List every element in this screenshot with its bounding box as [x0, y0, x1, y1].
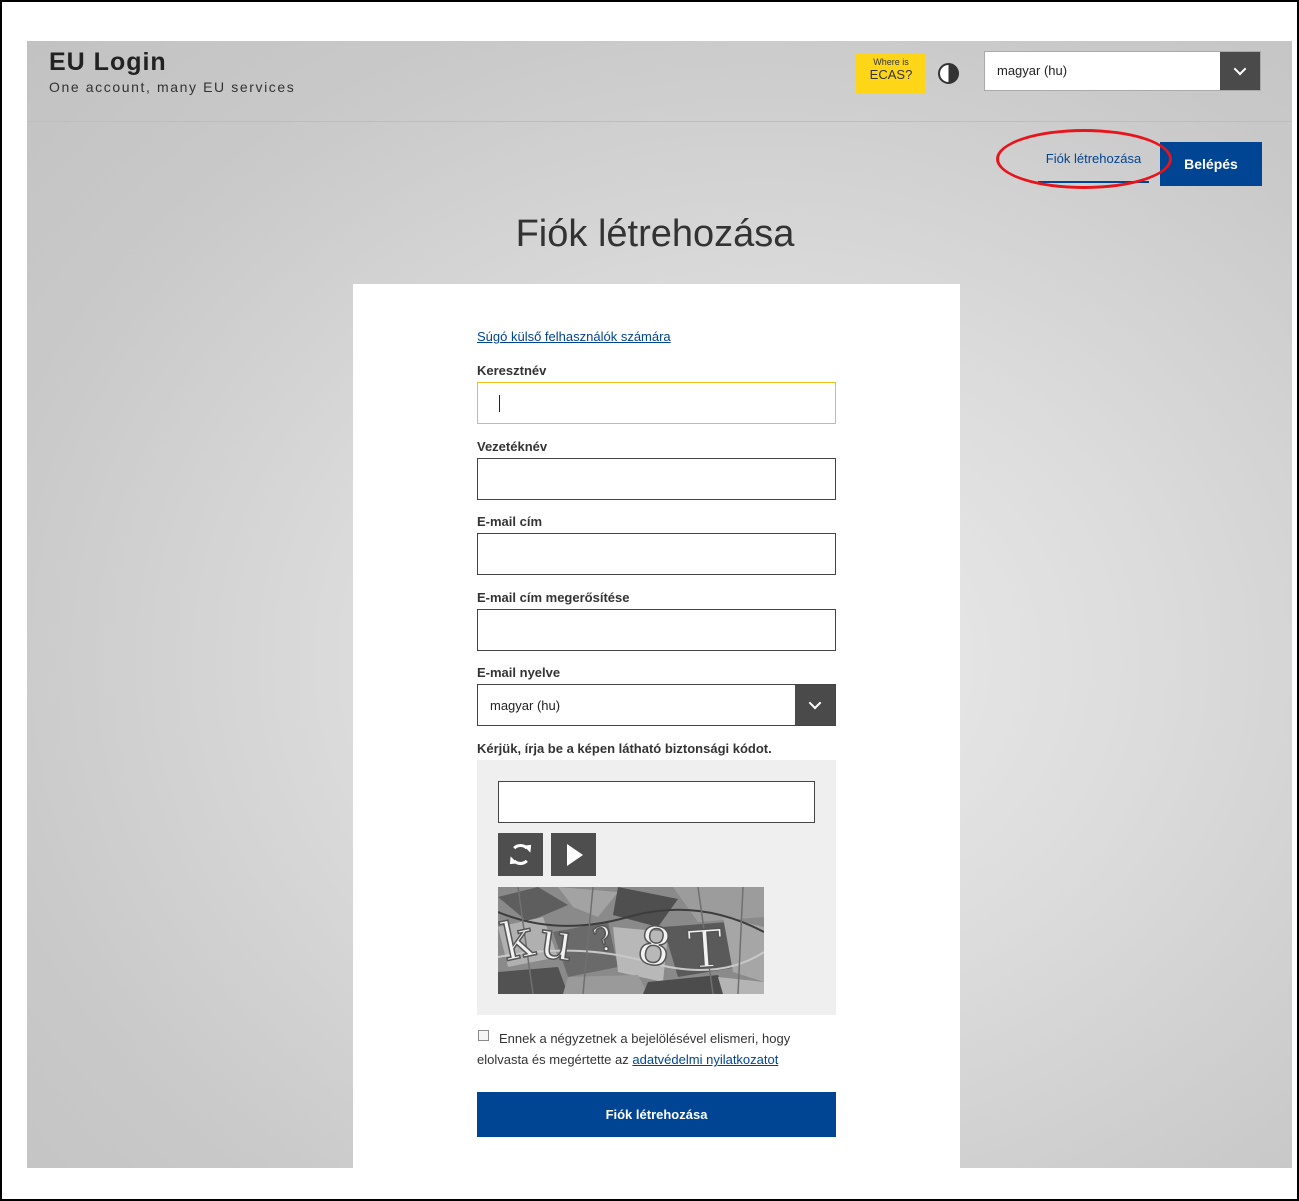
captcha-panel: k u ? 8 T: [477, 760, 836, 1015]
page-title: Fiók létrehozása: [515, 213, 795, 255]
play-icon: [567, 844, 583, 866]
page-viewport: EU Login One account, many EU services W…: [27, 41, 1292, 1168]
language-select[interactable]: magyar (hu): [984, 51, 1261, 91]
last-name-field[interactable]: [477, 458, 836, 500]
email-label: E-mail cím: [477, 514, 543, 529]
help-external-users-link[interactable]: Súgó külső felhasználók számára: [477, 329, 671, 344]
brand-subtitle: One account, many EU services: [49, 79, 296, 95]
email-field[interactable]: [477, 533, 836, 575]
site-header: EU Login One account, many EU services W…: [27, 41, 1292, 122]
ecas-line-1: Where is: [873, 57, 909, 67]
email-language-select[interactable]: magyar (hu): [477, 684, 836, 726]
contrast-icon[interactable]: [938, 63, 959, 84]
svg-text:T: T: [686, 919, 725, 981]
captcha-image: k u ? 8 T: [498, 887, 764, 994]
highlight-annotation-ring: [996, 129, 1172, 189]
refresh-icon: [510, 844, 531, 865]
login-button[interactable]: Belépés: [1160, 142, 1262, 186]
first-name-field[interactable]: [477, 382, 836, 424]
privacy-statement-link[interactable]: adatvédelmi nyilatkozatot: [632, 1052, 778, 1067]
refresh-captcha-button[interactable]: [498, 833, 543, 876]
email-language-label: E-mail nyelve: [477, 665, 561, 680]
last-name-label: Vezetéknév: [477, 439, 548, 454]
text-caret: [499, 395, 500, 412]
chevron-down-icon[interactable]: [1220, 52, 1260, 90]
brand-title: EU Login: [49, 48, 167, 76]
email-confirm-field[interactable]: [477, 609, 836, 651]
create-account-submit-button[interactable]: Fiók létrehozása: [477, 1092, 836, 1137]
privacy-consent-text: Ennek a négyzetnek a bejelölésével elism…: [477, 1028, 836, 1070]
screenshot-frame: EU Login One account, many EU services W…: [0, 0, 1299, 1201]
email-confirm-label: E-mail cím megerősítése: [477, 590, 630, 605]
play-audio-captcha-button[interactable]: [551, 833, 596, 876]
captcha-input[interactable]: [498, 781, 815, 823]
language-select-value: magyar (hu): [997, 63, 1068, 78]
registration-card: Súgó külső felhasználók számára Keresztn…: [353, 284, 960, 1168]
where-is-ecas-link[interactable]: Where is ECAS?: [856, 54, 926, 94]
captcha-label: Kérjük, írja be a képen látható biztonsá…: [477, 741, 772, 756]
ecas-line-2: ECAS?: [869, 66, 913, 82]
chevron-down-icon[interactable]: [795, 685, 835, 725]
first-name-label: Keresztnév: [477, 363, 547, 378]
email-language-value: magyar (hu): [490, 698, 561, 713]
